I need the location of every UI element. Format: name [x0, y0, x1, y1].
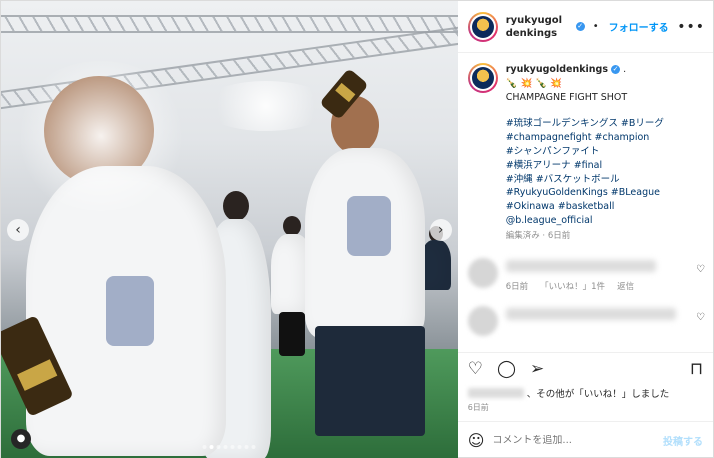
follow-button[interactable]: フォローする	[609, 19, 669, 34]
prev-photo-button[interactable]: ‹	[7, 219, 29, 241]
bookmark-icon[interactable]: ⊓	[690, 361, 703, 378]
hashtag-line[interactable]: #Okinawa #basketball	[506, 200, 664, 214]
header-username[interactable]: ryukyugoldenkings	[506, 14, 568, 40]
likes-text[interactable]: 、その他が「いいね！」しました	[527, 386, 670, 400]
post-header: ryukyugoldenkings ✓ • フォローする •••	[457, 1, 713, 53]
comment-item: 6日前 「いいね！」1件 返信 ♡	[467, 257, 705, 292]
hashtag-line[interactable]: #沖縄 #バスケットボール	[506, 173, 664, 187]
caption-suffix: .	[623, 64, 627, 75]
hashtag-line[interactable]: #シャンパンファイト	[506, 145, 664, 159]
champagne-spray	[11, 61, 191, 211]
comment-text-redacted	[505, 307, 676, 320]
carousel-dot	[244, 445, 249, 449]
carousel-dot	[209, 445, 214, 449]
comments-section: ryukyugoldenkings ✓ . 🍾 💥 🍾 💥 CHAMPAGNE …	[458, 53, 713, 352]
reply-button[interactable]: 返信	[617, 280, 634, 292]
chevron-left-icon: ‹	[15, 222, 21, 238]
post-date[interactable]: 6日前	[458, 400, 713, 421]
carousel-dot	[223, 445, 228, 449]
emoji-icon[interactable]: ☺	[468, 431, 485, 450]
likes-summary: 、その他が「いいね！」しました	[458, 386, 713, 400]
caption-title: CHAMPAGNE FIGHT SHOT	[505, 91, 628, 103]
comment-text-redacted	[505, 259, 656, 272]
hashtag-line[interactable]: #琉球ゴールデンキングス #Bリーグ	[506, 117, 664, 131]
more-options-button[interactable]: •••	[677, 19, 705, 35]
next-photo-button[interactable]: ›	[429, 219, 452, 241]
comment-icon[interactable]: ◯	[497, 361, 516, 378]
avatar[interactable]	[467, 11, 498, 42]
share-icon[interactable]: ➢	[530, 361, 544, 378]
heart-icon[interactable]: ♡	[696, 264, 705, 275]
user-tag-icon[interactable]: ●	[11, 429, 31, 449]
carousel-dot	[251, 445, 256, 449]
caption-username[interactable]: ryukyugoldenkings	[506, 64, 608, 75]
instagram-post: ‹ › ● ryukyugoldenkings ✓ • フォローする ••• r…	[0, 0, 714, 458]
comment-input[interactable]	[492, 435, 655, 446]
post-sidebar: ryukyugoldenkings ✓ • フォローする ••• ryukyug…	[457, 1, 713, 458]
avatar[interactable]	[467, 63, 498, 93]
heart-icon[interactable]: ♡	[468, 361, 483, 378]
post-comment-button[interactable]: 投稿する	[663, 433, 703, 448]
hashtag-line[interactable]: #横浜アリーナ #final	[506, 159, 664, 173]
chevron-right-icon: ›	[437, 222, 444, 238]
heart-icon[interactable]: ♡	[696, 312, 705, 323]
caption-meta: 編集済み · 6日前	[505, 230, 571, 241]
comment-item: ♡	[467, 305, 705, 336]
mention-link[interactable]: @b.league_official	[506, 214, 664, 228]
carousel-dot	[216, 445, 221, 449]
comment-time: 6日前	[505, 281, 529, 292]
verified-badge-icon: ✓	[575, 22, 585, 31]
caption: ryukyugoldenkings ✓ . 🍾 💥 🍾 💥 CHAMPAGNE …	[467, 63, 705, 244]
action-bar: ♡ ◯ ➢ ⊓	[457, 352, 713, 386]
liker-name-redacted[interactable]	[467, 388, 524, 398]
add-comment-bar: ☺ 投稿する	[457, 421, 713, 458]
avatar[interactable]	[467, 257, 498, 288]
carousel-dot	[202, 445, 207, 449]
team-logo-icon	[471, 15, 494, 38]
carousel-dot	[237, 445, 242, 449]
hashtag-line[interactable]: #champagnefight #champion	[506, 131, 664, 145]
header-separator: •	[592, 21, 599, 32]
avatar[interactable]	[467, 305, 498, 336]
champagne-spray	[201, 81, 331, 131]
player-right	[301, 96, 451, 456]
team-logo-icon	[471, 67, 494, 89]
carousel-dot	[230, 445, 235, 449]
verified-badge-icon: ✓	[611, 65, 621, 74]
hashtag-line[interactable]: #RyukyuGoldenKings #BLeague	[506, 186, 664, 200]
ceiling-truss	[1, 15, 458, 33]
carousel-indicator	[202, 445, 256, 449]
post-photo[interactable]: ‹ › ●	[1, 1, 458, 458]
comment-likes[interactable]: 「いいね！」1件	[540, 280, 605, 292]
caption-emoji: 🍾 💥 🍾 💥	[505, 77, 563, 89]
